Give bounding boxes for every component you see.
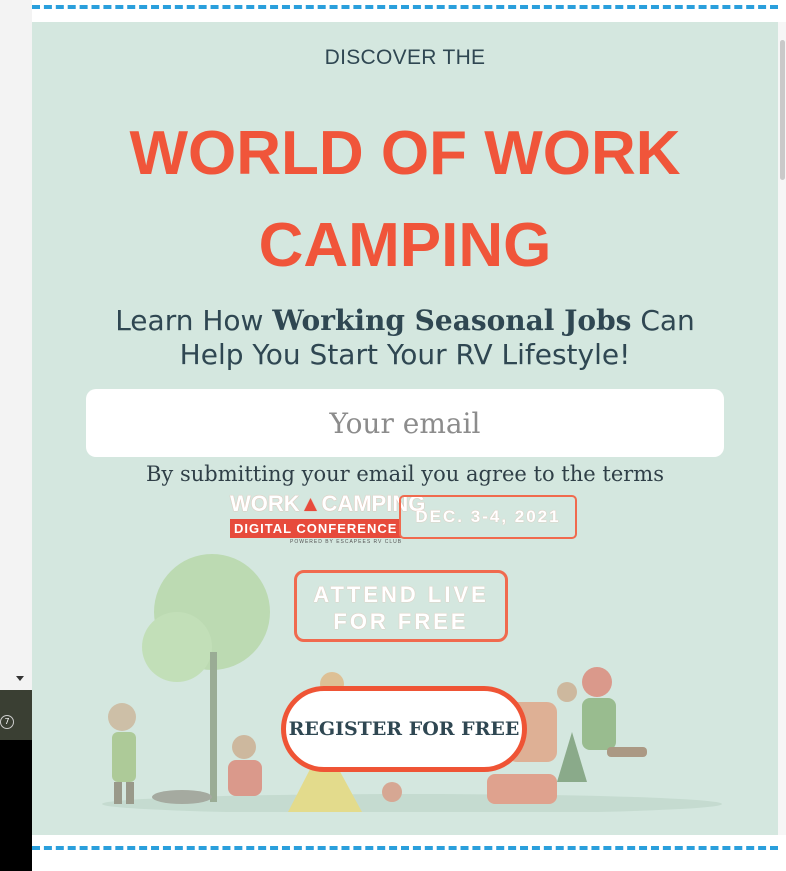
terms-notice-text: By submitting your email you agree to th… <box>146 462 603 486</box>
attend-line-1: ATTEND LIVE <box>313 582 489 607</box>
email-input[interactable] <box>86 389 724 457</box>
side-widget-dark <box>0 740 32 871</box>
subheadline: Learn How Working Seasonal Jobs Can Help… <box>32 304 778 372</box>
register-button[interactable]: REGISTER FOR FREE <box>281 686 527 772</box>
attend-line-2: FOR FREE <box>333 609 469 634</box>
campfire-icon: ▲ <box>299 491 322 516</box>
count-badge: 7 <box>0 715 14 729</box>
work-camping-logo: WORK▲CAMPING DIGITAL CONFERENCE POWERED … <box>230 491 425 552</box>
signup-panel: DISCOVER THE WORLD OF WORK CAMPING Learn… <box>32 22 778 835</box>
subheadline-bold: Working Seasonal Jobs <box>272 304 632 337</box>
logo-powered-by: POWERED BY ESCAPEES RV CLUB <box>290 539 403 545</box>
eyebrow-text: DISCOVER THE <box>324 46 486 69</box>
subheadline-post: Can <box>631 304 695 337</box>
logo-word-left: WORK <box>230 491 300 516</box>
terms-notice: By submitting your email you agree to th… <box>32 462 778 486</box>
event-date-badge: DEC. 3-4, 2021 <box>399 495 577 539</box>
logo-wordmark: WORK▲CAMPING <box>230 491 425 516</box>
terms-link[interactable]: terms <box>602 462 664 486</box>
headline: WORLD OF WORK CAMPING <box>32 108 778 292</box>
logo-band: DIGITAL CONFERENCE <box>230 519 402 538</box>
scrollbar-thumb[interactable] <box>780 40 785 180</box>
headline-line-2: CAMPING <box>258 211 552 280</box>
dashed-border-top <box>32 5 778 9</box>
subheadline-line-1: Learn How Working Seasonal Jobs Can <box>32 304 778 338</box>
subheadline-pre: Learn How <box>115 304 273 337</box>
headline-line-1: WORLD OF WORK <box>129 119 681 188</box>
subheadline-line-2: Help You Start Your RV Lifestyle! <box>179 338 631 371</box>
chevron-down-icon[interactable] <box>16 676 24 681</box>
attend-live-badge: ATTEND LIVE FOR FREE <box>294 570 508 642</box>
dashed-border-bottom <box>32 846 778 850</box>
